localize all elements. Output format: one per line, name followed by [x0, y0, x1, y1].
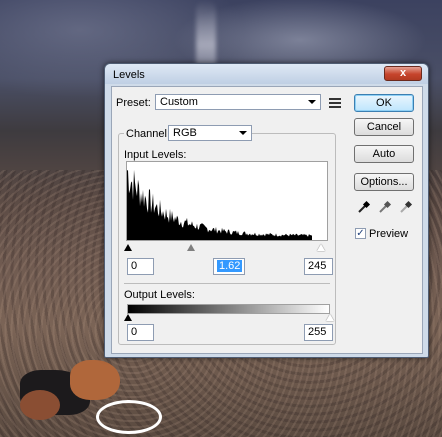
ok-button[interactable]: OK [354, 94, 414, 112]
auto-button[interactable]: Auto [354, 145, 414, 163]
chevron-down-icon [239, 131, 247, 135]
input-black-slider[interactable] [124, 244, 132, 251]
histogram [126, 161, 328, 241]
input-gamma-field[interactable]: 1.62 [213, 258, 245, 275]
preset-select[interactable]: Custom [155, 94, 321, 110]
section-divider [124, 283, 330, 284]
input-white-field[interactable]: 245 [304, 258, 333, 275]
list-menu-icon[interactable] [329, 98, 341, 108]
gray-eyedropper-icon[interactable] [378, 200, 392, 214]
cancel-button[interactable]: Cancel [354, 118, 414, 136]
channel-value: RGB [173, 127, 197, 139]
photo-stone [70, 360, 120, 400]
preview-label: Preview [369, 228, 409, 240]
output-levels-label: Output Levels: [124, 289, 195, 301]
dialog-titlebar[interactable]: Levels x [105, 64, 428, 84]
dialog-title: Levels [113, 69, 145, 81]
output-gradient-bar [127, 304, 330, 314]
output-white-slider[interactable] [326, 314, 334, 321]
photo-stone [20, 390, 60, 420]
highlight-ellipse [96, 400, 162, 434]
histogram-graph [127, 169, 312, 240]
white-eyedropper-icon[interactable] [399, 200, 413, 214]
output-white-field[interactable]: 255 [304, 324, 333, 341]
options-button[interactable]: Options... [354, 173, 414, 191]
chevron-down-icon [308, 100, 316, 104]
input-levels-label: Input Levels: [124, 149, 187, 161]
output-black-slider[interactable] [124, 314, 132, 321]
channel-label: Channel: [124, 128, 173, 140]
output-black-field[interactable]: 0 [127, 324, 154, 341]
preview-checkbox[interactable]: ✓ [355, 228, 366, 239]
input-gamma-slider[interactable] [187, 244, 195, 251]
channel-select[interactable]: RGB [168, 125, 252, 141]
preset-value: Custom [160, 96, 198, 108]
input-white-slider[interactable] [317, 244, 325, 251]
input-black-field[interactable]: 0 [127, 258, 154, 275]
preset-label: Preset: [116, 97, 151, 109]
close-button[interactable]: x [384, 66, 422, 81]
histogram-shape [127, 169, 312, 240]
black-eyedropper-icon[interactable] [357, 200, 371, 214]
